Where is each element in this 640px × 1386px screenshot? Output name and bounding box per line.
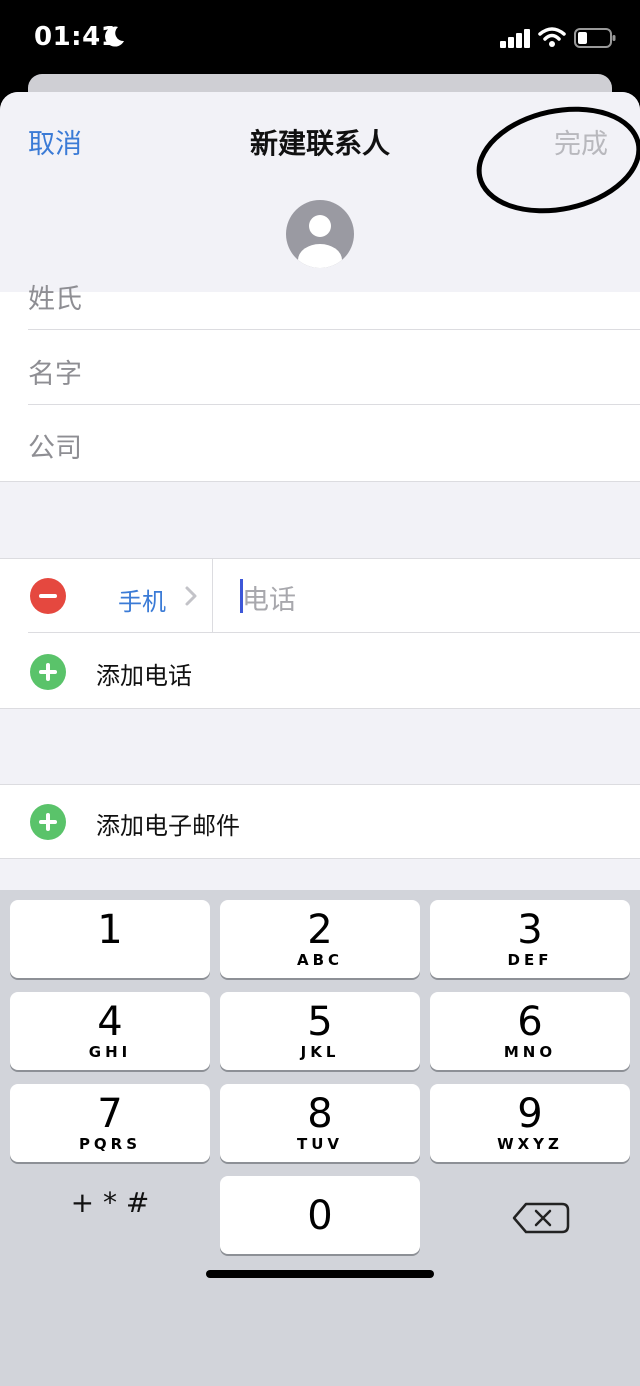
status-bar: 01:41: [0, 0, 640, 80]
key-letters: TUV: [296, 1135, 344, 1153]
key-6[interactable]: 6 MNO: [430, 992, 630, 1070]
add-phone-icon[interactable]: [30, 654, 66, 690]
key-letters: JKL: [300, 1043, 340, 1061]
divider: [28, 404, 640, 405]
key-digit: 5: [307, 999, 333, 1045]
phone-keypad: 1 2 ABC 3 DEF 4 GHI 5 JKL 6 MNO 7 PQRS 8: [0, 890, 640, 1386]
annotation-circle: [476, 106, 640, 214]
cellular-signal-icon: [500, 29, 530, 48]
key-letters: MNO: [503, 1043, 557, 1061]
key-1[interactable]: 1: [10, 900, 210, 978]
symbols-key[interactable]: + * #: [10, 1164, 210, 1242]
key-8[interactable]: 8 TUV: [220, 1084, 420, 1162]
company-row[interactable]: 公司: [0, 406, 640, 481]
key-digit: 8: [307, 1091, 333, 1137]
key-3[interactable]: 3 DEF: [430, 900, 630, 978]
name-section: 姓氏 名字 公司: [0, 284, 640, 482]
add-phone-row[interactable]: 添加电话: [0, 634, 640, 709]
chevron-right-icon: [185, 586, 197, 606]
company-field[interactable]: 公司: [28, 426, 82, 465]
add-email-icon[interactable]: [30, 804, 66, 840]
key-5[interactable]: 5 JKL: [220, 992, 420, 1070]
key-0[interactable]: 0: [220, 1176, 420, 1254]
new-contact-sheet: 取消 新建联系人 完成 姓氏 名字 公司 手机 电话 添加电话 添加电子邮件 1…: [0, 92, 640, 1386]
phone-row: 手机 电话: [0, 558, 640, 633]
section-divider: [0, 708, 640, 709]
phone-label-type[interactable]: 手机: [118, 582, 166, 617]
key-9[interactable]: 9 WXYZ: [430, 1084, 630, 1162]
key-digit: 3: [517, 907, 543, 953]
vertical-divider: [212, 558, 213, 633]
key-4[interactable]: 4 GHI: [10, 992, 210, 1070]
key-letters: WXYZ: [497, 1135, 563, 1153]
last-name-row[interactable]: 姓氏: [0, 255, 640, 330]
email-section: 添加电子邮件: [0, 784, 640, 859]
key-2[interactable]: 2 ABC: [220, 900, 420, 978]
moon-icon: [105, 26, 124, 47]
add-email-row[interactable]: 添加电子邮件: [0, 784, 640, 859]
add-email-label[interactable]: 添加电子邮件: [96, 806, 240, 841]
key-letters: ABC: [296, 951, 344, 969]
remove-phone-button[interactable]: [30, 578, 66, 614]
battery-icon: [574, 28, 616, 48]
key-digit: 7: [97, 1091, 123, 1137]
home-indicator: [206, 1270, 434, 1278]
phone-number-input[interactable]: 电话: [242, 578, 296, 617]
key-digit: 2: [307, 907, 333, 953]
first-name-row[interactable]: 名字: [0, 330, 640, 405]
phone-section: 手机 电话 添加电话: [0, 558, 640, 709]
first-name-field[interactable]: 名字: [28, 352, 82, 391]
key-digit: 0: [307, 1193, 333, 1239]
backspace-icon[interactable]: [430, 1176, 630, 1254]
section-divider: [0, 858, 640, 859]
section-divider: [0, 481, 640, 482]
key-7[interactable]: 7 PQRS: [10, 1084, 210, 1162]
key-letters: DEF: [507, 951, 553, 969]
last-name-field[interactable]: 姓氏: [28, 277, 82, 316]
key-letters: GHI: [88, 1043, 132, 1061]
key-digit: 1: [97, 907, 123, 953]
key-digit: 4: [97, 999, 123, 1045]
add-phone-label[interactable]: 添加电话: [96, 656, 192, 691]
divider: [28, 632, 640, 633]
key-letters: PQRS: [78, 1135, 142, 1153]
key-digit: 9: [517, 1091, 543, 1137]
key-digit: 6: [517, 999, 543, 1045]
wifi-icon: [538, 27, 566, 47]
